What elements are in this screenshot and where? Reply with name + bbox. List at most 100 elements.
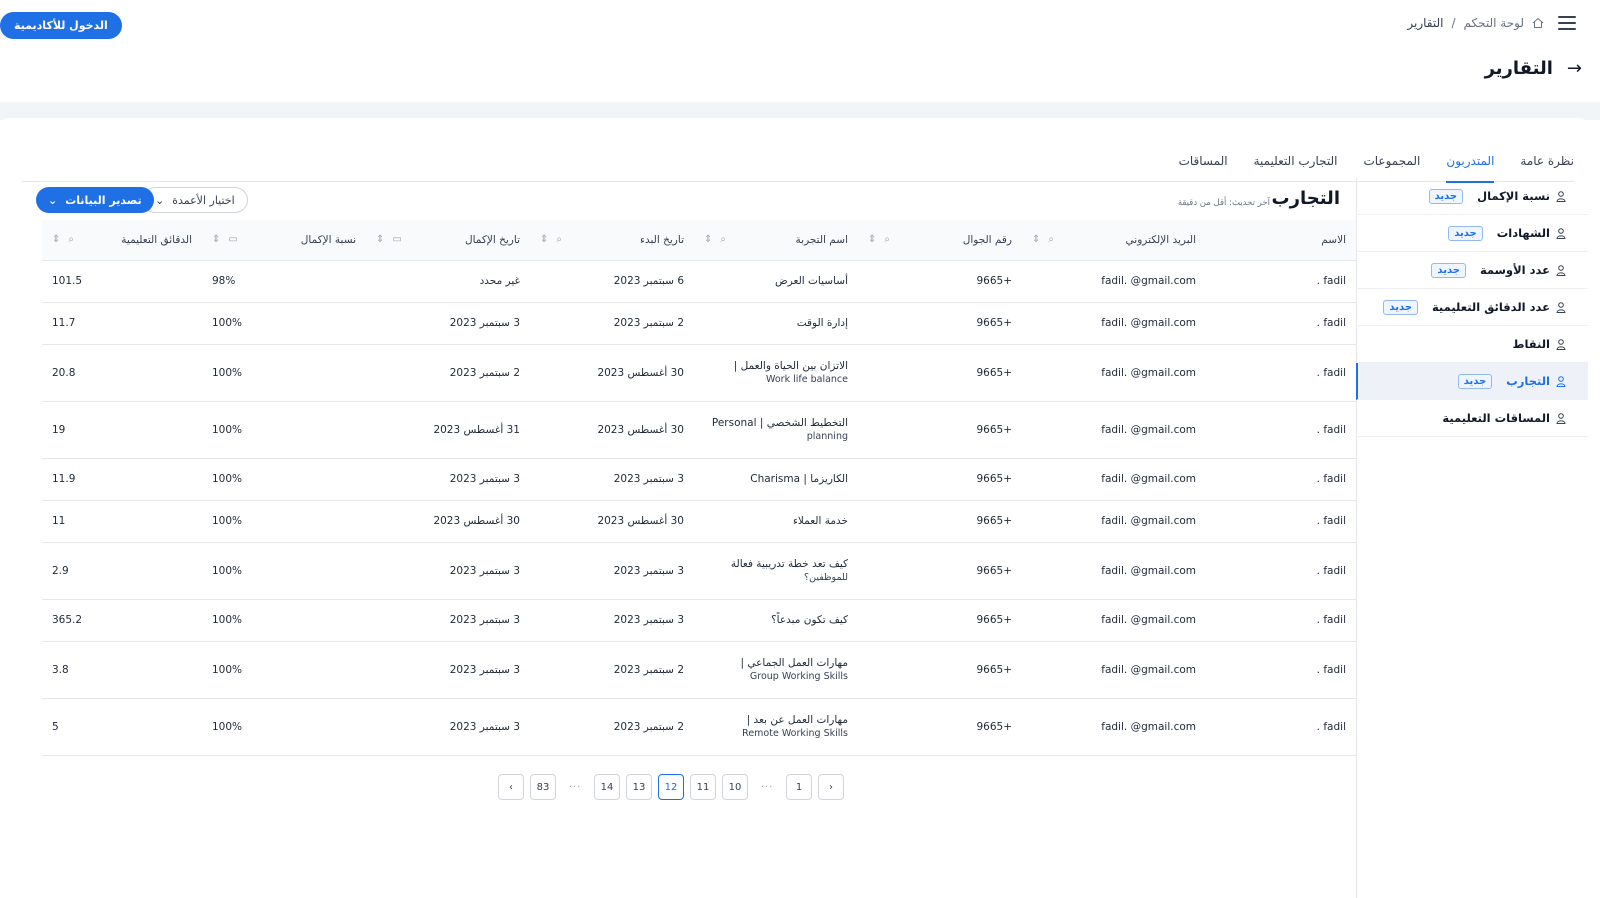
next-page-button[interactable]: › — [818, 774, 844, 800]
chevron-down-icon: ⌄ — [48, 193, 58, 207]
sidebar-item-points[interactable]: النقاط — [1356, 326, 1588, 363]
pagination: › 1 ··· 10 11 12 13 14 ··· 83 ‹ — [498, 774, 844, 800]
tab-learning-experiences[interactable]: التجارب التعليمية — [1254, 140, 1338, 182]
cell-name-text: fadil . — [1316, 720, 1346, 733]
cell-experience: الكاريزما | Charisma — [694, 458, 858, 501]
sort-icon[interactable]: ⇕ — [376, 234, 384, 245]
last-updated-text: آخر تحديث: أقل من دقيقة — [1177, 198, 1270, 208]
tab-courses[interactable]: المساقات — [1179, 140, 1228, 182]
cell-start-date: 30 أغسطس 2023 — [530, 500, 694, 543]
column-header-label: تاريخ البدء — [640, 233, 684, 246]
cell-experience: إدارة الوقت — [694, 302, 858, 345]
cell-completion-text: 100% — [212, 663, 243, 676]
column-header-label: رقم الجوال — [962, 233, 1012, 246]
col-start-date: تاريخ البدء ⌕ ⇕ — [530, 220, 694, 261]
cell-start-date-text: 2 سبتمبر 2023 — [613, 317, 684, 329]
cell-email: fadil. ‎@gmail.com — [1022, 599, 1206, 642]
sidebar-item-learning-courses[interactable]: المساقات التعليمية — [1356, 400, 1588, 437]
top-bar: لوحة التحكم / التقارير الدخول للأكاديمية — [0, 0, 1600, 50]
cell-phone-text: +9665 — [976, 473, 1012, 485]
sort-icon[interactable]: ⇕ — [540, 234, 548, 245]
cell-minutes: 11.9 — [42, 458, 202, 501]
search-icon[interactable]: ⌕ — [884, 234, 890, 245]
user-icon — [1556, 301, 1566, 313]
prev-page-button[interactable]: ‹ — [498, 774, 524, 800]
new-badge: جديد — [1448, 225, 1483, 241]
cell-end-date: غير محدد — [366, 260, 530, 303]
page-button[interactable]: 1 — [786, 774, 812, 800]
page-button[interactable]: 11 — [690, 774, 716, 800]
page-button-current[interactable]: 12 — [658, 774, 684, 800]
tab-trainees[interactable]: المتدربون — [1446, 140, 1495, 183]
cell-email-text: fadil. ‎@gmail.com — [1101, 275, 1196, 287]
sort-icon[interactable]: ⇕ — [212, 234, 220, 245]
cell-email: fadil. ‎@gmail.com — [1022, 641, 1206, 699]
academy-login-button[interactable]: الدخول للأكاديمية — [0, 12, 122, 39]
cell-completion-text: 100% — [212, 515, 243, 527]
page-button[interactable]: 10 — [722, 774, 748, 800]
cell-experience-text: مهارات العمل الجماعي | — [740, 657, 848, 669]
cell-phone-text: +9665 — [976, 564, 1012, 577]
breadcrumb-dashboard[interactable]: لوحة التحكم — [1464, 16, 1525, 30]
export-data-button[interactable]: تصدير البيانات ⌄ — [36, 187, 154, 213]
cell-end-date: 3 سبتمبر 2023 — [366, 458, 530, 501]
cell-phone: +9665 — [858, 641, 1022, 699]
sidebar-item-certificates[interactable]: الشهادات جديد — [1356, 215, 1588, 252]
cell-email: fadil. ‎@gmail.com — [1022, 698, 1206, 756]
cell-minutes: 101.5 — [42, 260, 202, 303]
col-name: الاسم — [1206, 220, 1356, 261]
sort-icon[interactable]: ⇕ — [52, 234, 60, 245]
cell-email-text: fadil. ‎@gmail.com — [1101, 317, 1196, 329]
sidebar-item-label: المساقات التعليمية — [1442, 411, 1550, 425]
tab-overview[interactable]: نظرة عامة — [1520, 140, 1574, 182]
sidebar-item-completion-rate[interactable]: نسبة الإكمال جديد — [1356, 178, 1588, 215]
cell-completion: 100% — [202, 641, 366, 699]
cell-completion: 100% — [202, 698, 366, 756]
sort-icon[interactable]: ⇕ — [868, 234, 876, 245]
sidebar-item-badges-count[interactable]: عدد الأوسمة جديد — [1356, 252, 1588, 289]
new-badge: جديد — [1431, 262, 1466, 278]
sidebar-item-experiences[interactable]: التجارب جديد — [1356, 363, 1588, 400]
sort-icon[interactable]: ⇕ — [704, 234, 712, 245]
search-icon[interactable]: ⌕ — [720, 234, 726, 245]
search-icon[interactable]: ⌕ — [556, 234, 562, 245]
page-button[interactable]: 14 — [594, 774, 620, 800]
cell-start-date: 3 سبتمبر 2023 — [530, 599, 694, 642]
cell-experience-subtitle: Remote Working Skills — [742, 728, 848, 739]
cell-name-text: fadil . — [1316, 515, 1346, 527]
cell-minutes: 11 — [42, 500, 202, 543]
search-icon[interactable]: ⌕ — [1048, 234, 1054, 245]
cell-email-text: fadil. ‎@gmail.com — [1101, 564, 1196, 577]
cell-experience: التخطيط الشخصي | Personal planning — [694, 401, 858, 459]
tab-groups[interactable]: المجموعات — [1363, 140, 1420, 182]
sidebar-item-label: الشهادات — [1496, 226, 1550, 240]
page-button[interactable]: 83 — [530, 774, 556, 800]
choose-columns-button[interactable]: اختيار الأعمدة ⌄ — [142, 187, 248, 213]
back-arrow-icon[interactable]: → — [1567, 58, 1582, 79]
sidebar-item-label: نسبة الإكمال — [1477, 189, 1550, 203]
search-icon[interactable]: ⌕ — [68, 234, 74, 245]
calendar-icon[interactable]: ▭ — [392, 234, 401, 245]
cell-phone-text: +9665 — [976, 515, 1012, 527]
cell-name: fadil . — [1206, 302, 1356, 345]
cell-name: fadil . — [1206, 641, 1356, 699]
user-icon — [1556, 375, 1566, 387]
table-row: fadil . fadil. ‎@gmail.com +9665 إدارة الوق… — [42, 302, 1356, 345]
sort-icon[interactable]: ⇕ — [1032, 234, 1040, 245]
calendar-icon[interactable]: ▭ — [228, 234, 237, 245]
cell-start-date-text: 6 سبتمبر 2023 — [613, 275, 684, 287]
page-button[interactable]: 13 — [626, 774, 652, 800]
cell-minutes-text: 11 — [52, 515, 66, 527]
sidebar-item-learning-minutes[interactable]: عدد الدقائق التعليمية جديد — [1356, 289, 1588, 326]
cell-phone-text: +9665 — [976, 663, 1012, 676]
col-minutes: الدقائق التعليمية ⌕ ⇕ — [42, 220, 202, 261]
home-icon[interactable] — [1532, 17, 1544, 29]
user-icon — [1556, 264, 1566, 276]
cell-start-date-text: 3 سبتمبر 2023 — [613, 473, 684, 485]
page-ellipsis[interactable]: ··· — [562, 774, 588, 800]
page-ellipsis[interactable]: ··· — [754, 774, 780, 800]
menu-icon[interactable] — [1558, 16, 1576, 32]
breadcrumb: لوحة التحكم / التقارير — [1407, 16, 1544, 30]
cell-end-date: 2 سبتمبر 2023 — [366, 344, 530, 402]
cell-name: fadil . — [1206, 599, 1356, 642]
